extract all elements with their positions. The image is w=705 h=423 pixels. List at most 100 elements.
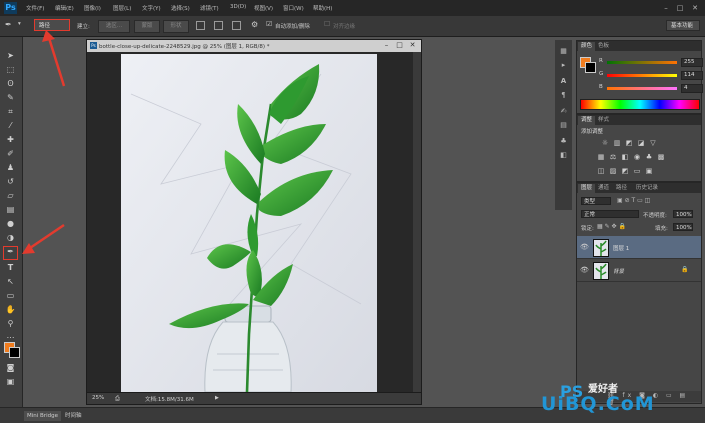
document-tab[interactable]: Ps bottle-close-up-delicate-2248529.jpg … — [87, 40, 421, 52]
align-edges-checkbox[interactable]: ☐ — [324, 20, 330, 28]
brush-panel-icon[interactable]: ✍ — [558, 106, 569, 116]
path-alignment-icon[interactable] — [214, 21, 223, 30]
fill-field[interactable]: 100% — [673, 223, 693, 231]
blend-mode-select[interactable]: 正常 — [581, 210, 639, 218]
layer-name[interactable]: 背景 — [613, 267, 624, 275]
black-white-icon[interactable]: ◧ — [621, 153, 629, 161]
blue-value[interactable]: 4 — [681, 84, 703, 93]
gradient-map-icon[interactable]: ▭ — [633, 167, 641, 175]
crop-tool-icon[interactable]: ⌗ — [5, 107, 16, 117]
tab-adjustments[interactable]: 调整 — [578, 116, 596, 125]
red-slider[interactable] — [607, 61, 677, 64]
menu-filter[interactable]: 滤镜(T) — [200, 4, 219, 12]
tab-color[interactable]: 颜色 — [578, 42, 596, 51]
hand-tool-icon[interactable]: ✋ — [5, 305, 16, 315]
dodge-tool-icon[interactable]: ◑ — [5, 233, 16, 243]
status-menu-arrow-icon[interactable]: ▶ — [215, 395, 219, 401]
zoom-level[interactable]: 25% — [92, 395, 104, 401]
eyedropper-tool-icon[interactable]: ⁄ — [5, 121, 16, 131]
type-tool-icon[interactable]: T — [5, 263, 16, 273]
paragraph-panel-icon[interactable]: ¶ — [558, 90, 569, 100]
opacity-field[interactable]: 100% — [673, 210, 693, 218]
layer-filter-kind-select[interactable]: 类型 — [581, 197, 611, 205]
marquee-tool-icon[interactable]: ⬚ — [5, 65, 16, 75]
color-spectrum-ramp[interactable] — [580, 99, 700, 110]
layer-row[interactable]: 👁 图层 1 — [577, 236, 701, 259]
doc-minimize-icon[interactable]: – — [381, 41, 392, 50]
color-panel-background-swatch[interactable] — [585, 62, 596, 73]
quick-mask-icon[interactable]: ◙ — [5, 363, 16, 373]
menu-layer[interactable]: 图层(L) — [113, 4, 131, 12]
vibrance-icon[interactable]: ▽ — [649, 139, 657, 147]
screen-mode-icon[interactable]: ▣ — [5, 377, 16, 387]
canvas-photo[interactable] — [121, 54, 377, 392]
workspace-select[interactable]: 基本功能 — [666, 20, 700, 31]
hue-saturation-icon[interactable]: ▦ — [597, 153, 605, 161]
make-shape-button[interactable]: 形状 — [163, 20, 189, 33]
pen-tool-icon[interactable]: ✒ — [3, 246, 18, 260]
layer-filter-icons[interactable]: ▣ ⊘ T ▭ ◫ — [617, 197, 650, 204]
menu-select[interactable]: 选择(S) — [171, 4, 190, 12]
visibility-eye-icon[interactable]: 👁 — [580, 266, 589, 274]
minimize-icon[interactable]: – — [660, 3, 672, 13]
threshold-icon[interactable]: ◩ — [621, 167, 629, 175]
tool-presets-icon[interactable]: ◧ — [558, 150, 569, 160]
color-lookup-icon[interactable]: ▩ — [657, 153, 665, 161]
gradient-tool-icon[interactable]: ▤ — [5, 205, 16, 215]
document-scrollbar[interactable] — [413, 52, 421, 392]
status-export-icon[interactable]: ⎙ — [115, 395, 120, 403]
menu-help[interactable]: 帮助(H) — [313, 4, 332, 12]
eraser-tool-icon[interactable]: ▱ — [5, 191, 16, 201]
tab-history[interactable]: 历史记录 — [633, 184, 661, 193]
auto-add-delete-checkbox[interactable]: ☑ — [266, 20, 272, 28]
rectangle-tool-icon[interactable]: ▭ — [5, 291, 16, 301]
history-panel-icon[interactable]: ▦ — [558, 46, 569, 56]
tab-swatches[interactable]: 色板 — [595, 42, 612, 51]
brush-tool-icon[interactable]: ✐ — [5, 149, 16, 159]
doc-restore-icon[interactable]: □ — [394, 41, 405, 50]
tab-paths[interactable]: 路径 — [613, 184, 630, 193]
posterize-icon[interactable]: ▨ — [609, 167, 617, 175]
make-selection-button[interactable]: 选区... — [98, 20, 130, 33]
path-operations-icon[interactable] — [196, 21, 205, 30]
layer-name[interactable]: 图层 1 — [613, 244, 629, 252]
make-mask-button[interactable]: 蒙版 — [134, 20, 160, 33]
tab-layers[interactable]: 图层 — [578, 184, 596, 193]
menu-3d[interactable]: 3D(D) — [230, 4, 246, 10]
doc-close-icon[interactable]: ✕ — [407, 41, 418, 50]
levels-icon[interactable]: ▥ — [613, 139, 621, 147]
close-icon[interactable]: ✕ — [689, 3, 701, 13]
menu-image[interactable]: 图像(I) — [84, 4, 101, 12]
actions-panel-icon[interactable]: ▸ — [558, 60, 569, 70]
background-color-swatch[interactable] — [9, 347, 20, 358]
path-selection-tool-icon[interactable]: ↖ — [5, 277, 16, 287]
tab-mini-bridge[interactable]: Mini Bridge — [24, 411, 61, 421]
layer-row[interactable]: 👁 背景 🔒 — [577, 259, 701, 282]
visibility-eye-icon[interactable]: 👁 — [580, 243, 589, 251]
tab-timeline[interactable]: 时间轴 — [62, 411, 85, 421]
clone-source-icon[interactable]: ♣ — [558, 136, 569, 146]
tab-channels[interactable]: 通道 — [595, 184, 612, 193]
brush-presets-icon[interactable]: ▤ — [558, 120, 569, 130]
lasso-tool-icon[interactable]: ʘ — [5, 79, 16, 89]
color-balance-icon[interactable]: ⚖ — [609, 153, 617, 161]
path-arrangement-icon[interactable] — [232, 21, 241, 30]
menu-file[interactable]: 文件(F) — [26, 4, 44, 12]
gear-icon[interactable]: ⚙ — [251, 20, 258, 29]
character-panel-icon[interactable]: A — [558, 76, 569, 86]
curves-icon[interactable]: ◩ — [625, 139, 633, 147]
exposure-icon[interactable]: ◪ — [637, 139, 645, 147]
red-value[interactable]: 255 — [681, 58, 703, 67]
invert-icon[interactable]: ◫ — [597, 167, 605, 175]
menu-type[interactable]: 文字(Y) — [142, 4, 161, 12]
move-tool-icon[interactable]: ➤ — [5, 51, 16, 61]
preset-chevron-icon[interactable]: ▾ — [18, 21, 21, 27]
brightness-contrast-icon[interactable]: ☼ — [601, 139, 609, 147]
menu-view[interactable]: 视图(V) — [254, 4, 273, 12]
green-slider[interactable] — [607, 74, 677, 77]
healing-brush-tool-icon[interactable]: ✚ — [5, 135, 16, 145]
selective-color-icon[interactable]: ▣ — [645, 167, 653, 175]
quick-select-tool-icon[interactable]: ✎ — [5, 93, 16, 103]
maximize-icon[interactable]: □ — [674, 3, 686, 13]
green-value[interactable]: 114 — [681, 71, 703, 80]
